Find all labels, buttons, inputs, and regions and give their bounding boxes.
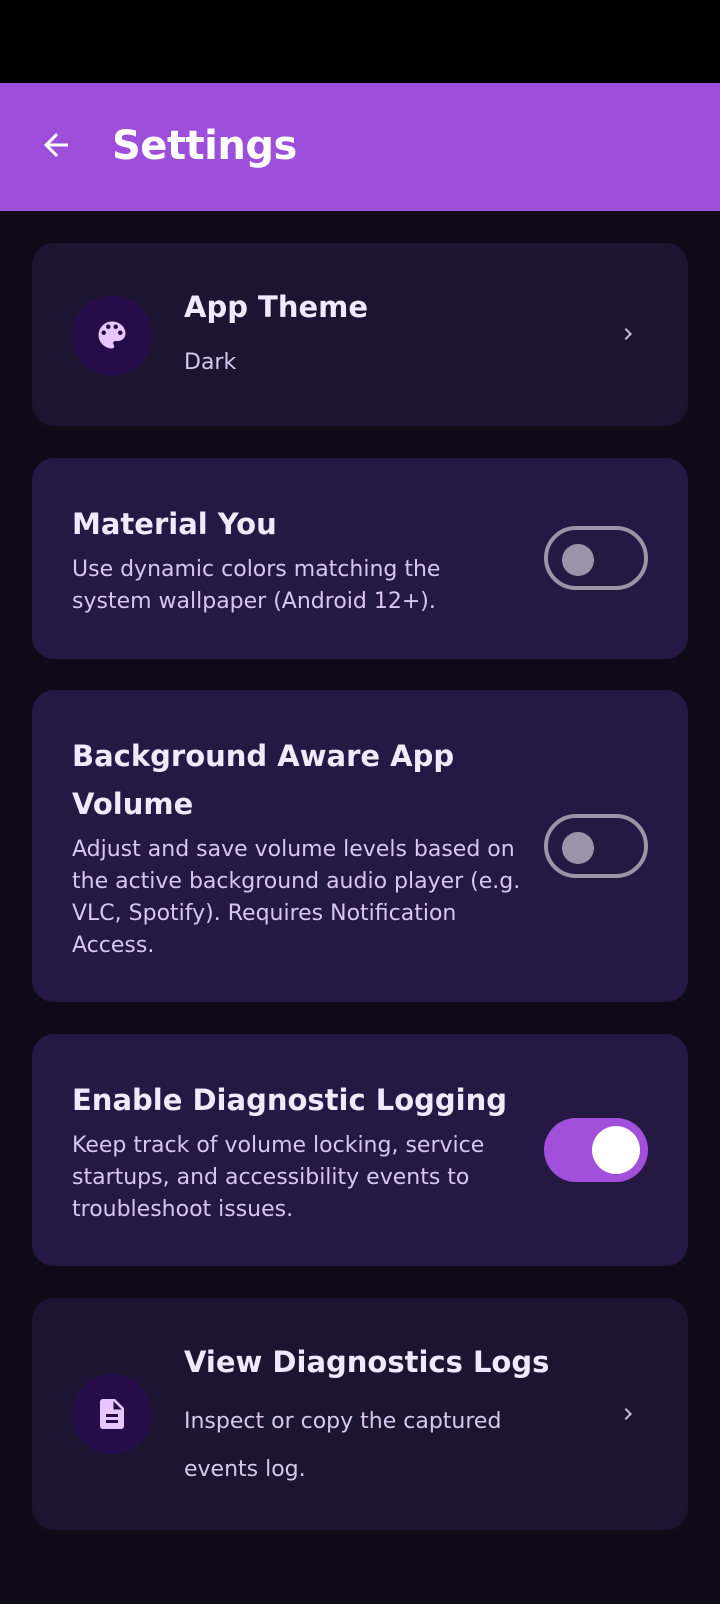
status-bar bbox=[0, 0, 720, 83]
back-button[interactable] bbox=[32, 121, 80, 169]
material-you-item: Material You Use dynamic colors matching… bbox=[32, 458, 688, 659]
diagnostic-logging-subtitle: Keep track of volume locking, service st… bbox=[72, 1133, 485, 1222]
app-theme-item[interactable]: App Theme Dark bbox=[32, 243, 688, 426]
background-aware-volume-switch[interactable] bbox=[544, 814, 648, 878]
arrow-left-icon bbox=[44, 133, 68, 157]
switch-knob bbox=[592, 1126, 640, 1174]
switch-knob bbox=[562, 544, 594, 576]
material-you-title: Material You bbox=[72, 507, 277, 541]
diagnostic-logging-item: Enable Diagnostic Logging Keep track of … bbox=[32, 1034, 688, 1266]
diagnostic-logging-switch[interactable] bbox=[544, 1118, 648, 1182]
page-title: Settings bbox=[112, 123, 297, 169]
diagnostic-logging-title: Enable Diagnostic Logging bbox=[72, 1083, 508, 1117]
document-icon bbox=[100, 1399, 124, 1429]
background-aware-volume-item: Background Aware App Volume Adjust and s… bbox=[32, 690, 688, 1002]
switch-knob bbox=[562, 832, 594, 864]
app-theme-value: Dark bbox=[184, 350, 237, 375]
background-aware-volume-subtitle: Adjust and save volume levels based on t… bbox=[72, 837, 521, 958]
document-icon-container bbox=[72, 1374, 152, 1454]
top-app-bar: Settings bbox=[0, 83, 720, 211]
view-diagnostics-logs-item[interactable]: View Diagnostics Logs Inspect or copy th… bbox=[32, 1298, 688, 1530]
app-theme-title: App Theme bbox=[184, 290, 369, 324]
chevron-right-icon bbox=[616, 1402, 640, 1426]
material-you-switch[interactable] bbox=[544, 526, 648, 590]
palette-icon bbox=[98, 321, 126, 349]
material-you-subtitle: Use dynamic colors matching the system w… bbox=[72, 557, 441, 614]
palette-icon-container bbox=[72, 295, 152, 375]
background-aware-volume-title: Background Aware App Volume bbox=[72, 739, 455, 821]
view-diagnostics-logs-subtitle: Inspect or copy the captured events log. bbox=[184, 1409, 502, 1482]
chevron-right-icon bbox=[616, 322, 640, 346]
view-diagnostics-logs-title: View Diagnostics Logs bbox=[184, 1345, 550, 1379]
